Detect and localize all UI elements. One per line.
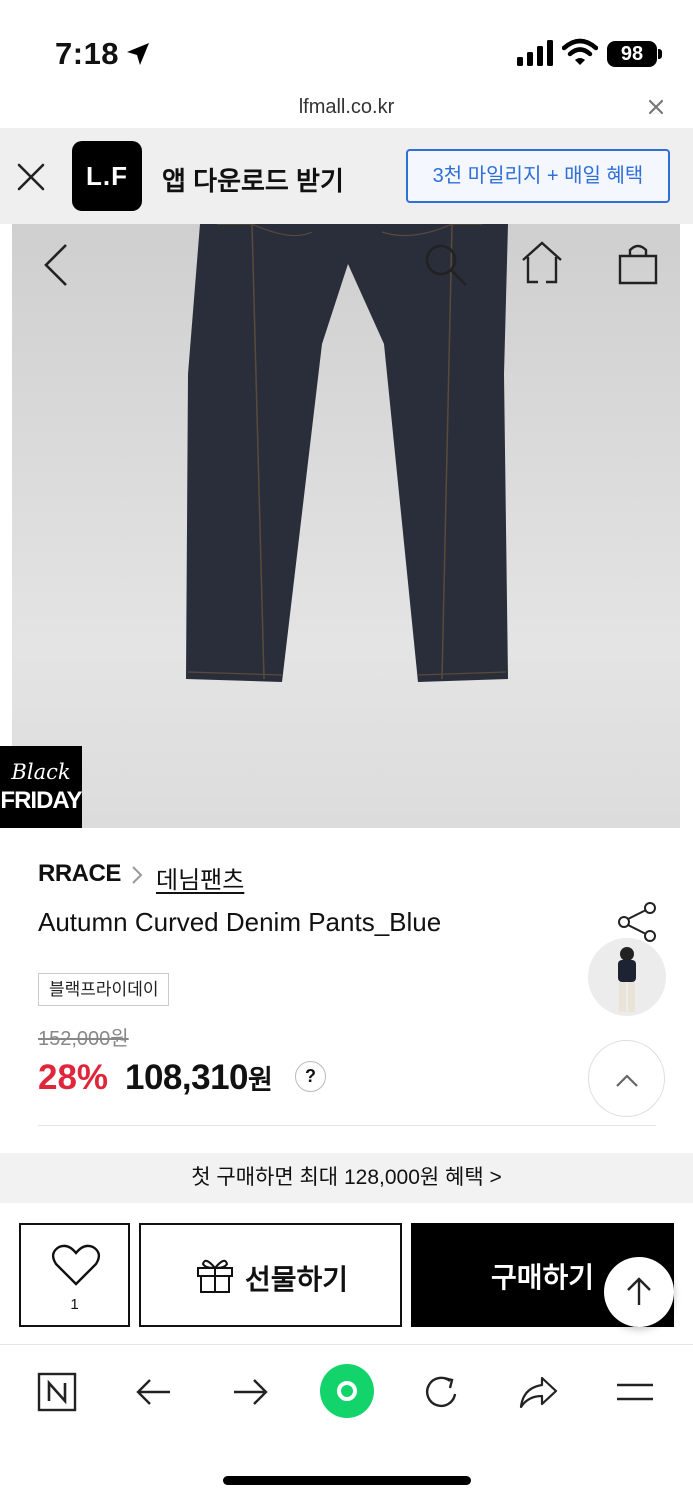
price-unit: 원 <box>248 1065 273 1095</box>
gift-label: 선물하기 <box>245 1264 349 1295</box>
promo-tag: 블랙프라이데이 <box>38 973 170 1006</box>
app-download-button[interactable]: 3천 마일리지 + 매일 혜택 <box>406 149 670 203</box>
denim-pants-image <box>186 224 508 682</box>
arrow-up-icon <box>627 1277 651 1305</box>
divider <box>38 1125 656 1126</box>
sale-price: 108,310원 <box>125 1058 273 1098</box>
status-bar: 7:18 98 <box>0 0 693 90</box>
model-photo <box>618 947 636 1012</box>
naver-icon[interactable] <box>37 1372 77 1412</box>
app-banner-title: 앱 다운로드 받기 <box>162 166 344 196</box>
like-button[interactable]: 1 <box>19 1223 130 1327</box>
heart-icon <box>51 1244 101 1286</box>
search-icon[interactable] <box>422 241 470 289</box>
scroll-up-button[interactable] <box>588 1040 665 1117</box>
cellular-signal-icon <box>517 40 553 66</box>
sale-price-value: 108,310 <box>125 1058 249 1097</box>
category-link[interactable]: 데님팬츠 <box>156 860 244 895</box>
gift-icon <box>197 1259 233 1293</box>
model-avatar[interactable] <box>588 938 666 1016</box>
chevron-right-icon <box>132 866 143 884</box>
battery-indicator: 98 <box>607 41 657 67</box>
discount-rate: 28% <box>38 1058 109 1097</box>
back-icon[interactable] <box>40 241 76 289</box>
green-dot-inner <box>337 1381 357 1401</box>
gift-button[interactable]: 선물하기 <box>139 1223 402 1327</box>
badge-line-2: FRIDAY <box>0 787 82 814</box>
reload-icon[interactable] <box>422 1372 462 1412</box>
home-indicator <box>223 1476 471 1485</box>
scroll-to-top-button[interactable] <box>604 1257 674 1327</box>
battery-tip <box>658 49 662 59</box>
forward-arrow-icon[interactable] <box>230 1372 270 1412</box>
home-icon[interactable] <box>520 240 564 286</box>
app-logo: L.F <box>72 141 142 211</box>
original-price: 152,000원 <box>38 1028 129 1050</box>
close-icon[interactable] <box>16 162 46 192</box>
black-friday-badge: Black FRIDAY <box>0 746 83 828</box>
browser-url-bar[interactable]: lfmall.co.kr <box>0 88 693 126</box>
close-icon[interactable] <box>643 94 669 120</box>
product-name: Autumn Curved Denim Pants_Blue <box>38 907 442 937</box>
price-help-button[interactable]: ? <box>295 1061 326 1092</box>
url-text[interactable]: lfmall.co.kr <box>0 96 693 119</box>
product-image[interactable] <box>12 224 680 828</box>
back-arrow-icon[interactable] <box>134 1372 174 1412</box>
chevron-up-icon <box>616 1074 638 1087</box>
share-icon[interactable] <box>518 1372 558 1412</box>
shopping-bag-icon[interactable] <box>616 240 660 286</box>
status-time: 7:18 <box>55 36 120 71</box>
like-count: 1 <box>70 1296 79 1313</box>
menu-icon[interactable] <box>615 1372 655 1412</box>
app-download-banner: L.F 앱 다운로드 받기 3천 마일리지 + 매일 혜택 <box>0 128 693 224</box>
brand-link[interactable]: RRACE <box>38 860 121 888</box>
wifi-icon <box>562 38 598 65</box>
first-purchase-promo[interactable]: 첫 구매하면 최대 128,000원 혜택 > <box>0 1153 693 1203</box>
location-arrow-icon <box>127 43 149 65</box>
badge-line-1: Black <box>11 760 71 784</box>
green-dot-icon[interactable] <box>320 1364 374 1418</box>
buy-label: 구매하기 <box>491 1262 595 1293</box>
